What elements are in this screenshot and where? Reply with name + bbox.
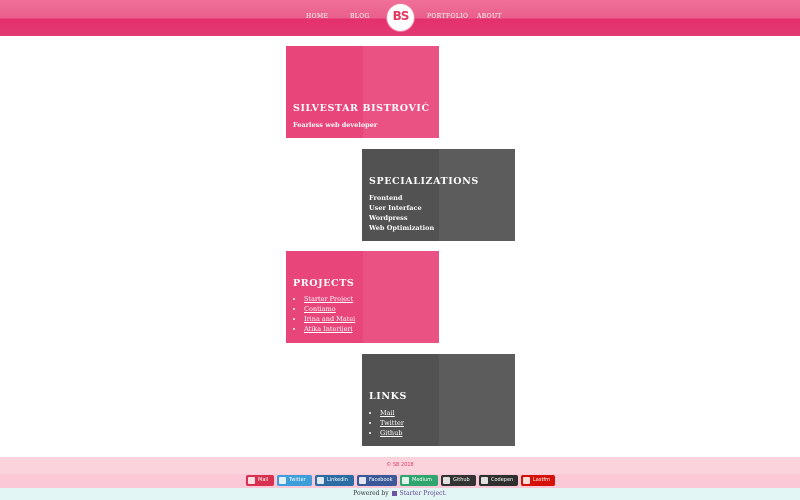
nav-about-link[interactable]: ABOUT xyxy=(477,13,502,20)
twitter-icon xyxy=(279,477,286,484)
project-item: Contiamo xyxy=(304,304,355,314)
logo[interactable]: BS xyxy=(387,4,414,31)
social-label: Facebook xyxy=(369,477,393,483)
social-twitter-button[interactable]: Twitter xyxy=(277,475,312,486)
links-card: LINKS Mail Twitter Github xyxy=(362,354,515,446)
nav-home-link[interactable]: HOME xyxy=(306,13,328,20)
link-item: Mail xyxy=(380,408,404,418)
project-link[interactable]: Contiamo xyxy=(304,305,336,313)
link-item: Twitter xyxy=(380,418,404,428)
links-title: LINKS xyxy=(369,391,407,402)
mail-icon xyxy=(248,477,255,484)
social-lastfm-button[interactable]: Lastfm xyxy=(521,475,555,486)
main-nav: HOME BLOG BS PORTFOLIO ABOUT xyxy=(0,0,800,36)
project-link[interactable]: Starter Project xyxy=(304,295,353,303)
social-label: Github xyxy=(453,477,470,483)
intro-card: SILVESTAR BISTROVIĆ Fearless web develop… xyxy=(286,46,439,138)
linkedin-icon xyxy=(317,477,324,484)
social-codepen-button[interactable]: Codepen xyxy=(479,475,518,486)
copyright: © SB 2018 xyxy=(386,462,414,468)
specialization-item: Wordpress xyxy=(369,214,408,222)
projects-title: PROJECTS xyxy=(293,278,355,289)
social-label: Mail xyxy=(258,477,269,483)
social-facebook-button[interactable]: Facebook xyxy=(357,475,397,486)
projects-card: PROJECTS Starter Project Contiamo Irina … xyxy=(286,251,439,343)
powered-prefix: Powered by xyxy=(353,490,389,497)
site-header: HOME BLOG BS PORTFOLIO ABOUT xyxy=(0,0,800,36)
projects-list: Starter Project Contiamo Irina and Matei… xyxy=(304,294,355,334)
specializations-card: SPECIALIZATIONS Frontend User Interface … xyxy=(362,149,515,241)
nav-blog-link[interactable]: BLOG xyxy=(350,13,370,20)
project-link[interactable]: Irina and Matei xyxy=(304,315,355,323)
powered-by: Powered by Starter Project. xyxy=(0,488,800,500)
social-label: Linkedin xyxy=(327,477,348,483)
starter-project-link[interactable]: Starter Project. xyxy=(400,490,447,497)
social-buttons: Mail Twitter Linkedin Facebook Medium Gi… xyxy=(0,475,800,487)
links-list: Mail Twitter Github xyxy=(380,408,404,438)
specialization-item: User Interface xyxy=(369,204,422,212)
intro-title: SILVESTAR BISTROVIĆ xyxy=(293,103,430,114)
social-github-button[interactable]: Github xyxy=(441,475,476,486)
specializations-title: SPECIALIZATIONS xyxy=(369,176,479,187)
facebook-icon xyxy=(359,477,366,484)
social-label: Medium xyxy=(412,477,432,483)
project-item: Irina and Matei xyxy=(304,314,355,324)
specialization-item: Web Optimization xyxy=(369,224,435,232)
social-label: Twitter xyxy=(289,477,306,483)
mail-link[interactable]: Mail xyxy=(380,409,395,417)
medium-icon xyxy=(402,477,409,484)
twitter-link[interactable]: Twitter xyxy=(380,419,404,427)
social-linkedin-button[interactable]: Linkedin xyxy=(315,475,354,486)
project-item: Starter Project xyxy=(304,294,355,304)
project-link[interactable]: Atika Interijeri xyxy=(304,325,353,333)
specializations-list: Frontend User Interface Wordpress Web Op… xyxy=(369,193,434,233)
starter-project-icon xyxy=(391,491,397,496)
social-label: Lastfm xyxy=(533,477,551,483)
specialization-item: Frontend xyxy=(369,194,403,202)
github-icon xyxy=(443,477,450,484)
social-medium-button[interactable]: Medium xyxy=(400,475,438,486)
logo-text: BS xyxy=(392,9,410,23)
codepen-icon xyxy=(481,477,488,484)
social-mail-button[interactable]: Mail xyxy=(246,475,274,486)
github-link[interactable]: Github xyxy=(380,429,402,437)
social-label: Codepen xyxy=(491,477,514,483)
lastfm-icon xyxy=(523,477,530,484)
nav-portfolio-link[interactable]: PORTFOLIO xyxy=(427,13,468,20)
link-item: Github xyxy=(380,428,404,438)
project-item: Atika Interijeri xyxy=(304,324,355,334)
intro-subtitle: Fearless web developer xyxy=(293,121,378,129)
